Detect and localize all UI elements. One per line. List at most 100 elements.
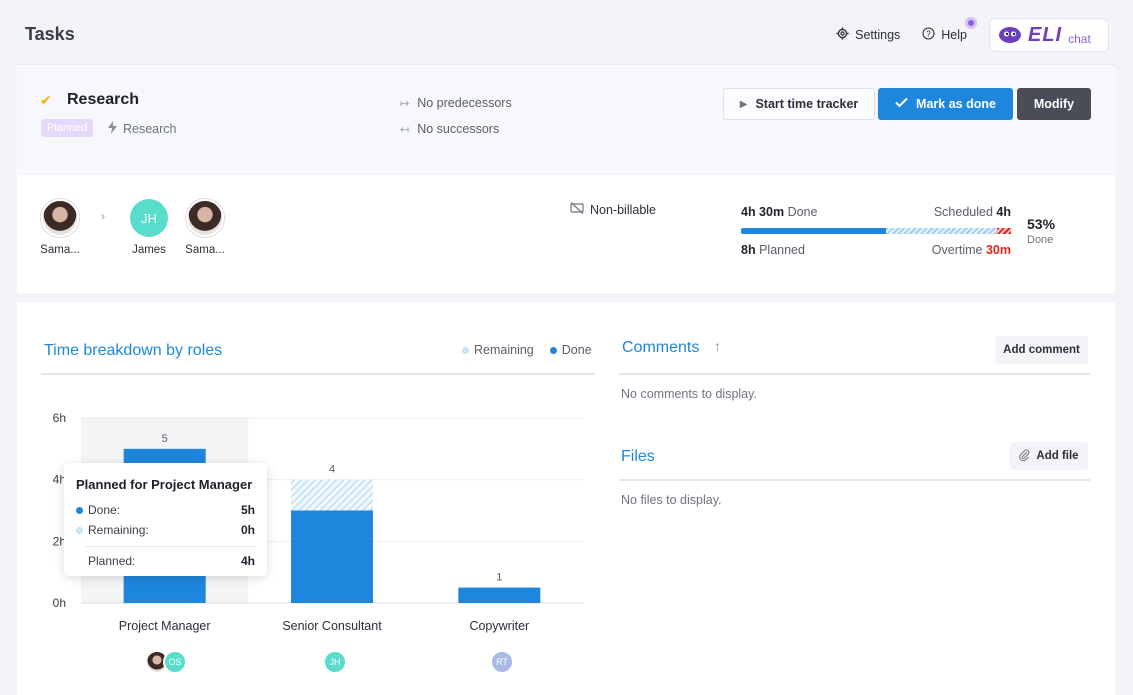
legend-remaining-label: Remaining	[474, 343, 534, 357]
role-avatars-project-manager: OS	[145, 650, 187, 674]
assignee-avatar-2[interactable]: JH	[130, 199, 168, 237]
avatar: JH	[130, 199, 168, 237]
settings-link[interactable]: Settings	[836, 27, 900, 43]
billing-status: Non-billable	[570, 202, 656, 217]
y-tick-label: 0h	[53, 596, 66, 610]
assignee-avatar-1[interactable]	[41, 199, 79, 237]
arrow-out-icon: ↤	[400, 123, 410, 136]
bar-total-label: 4	[329, 464, 335, 476]
assignee-label-2: James	[132, 244, 166, 256]
help-label: Help	[941, 28, 967, 42]
planned-value: 8h	[741, 243, 756, 257]
add-file-button[interactable]: Add file	[1010, 442, 1088, 470]
overtime-label: Overtime	[931, 243, 983, 257]
billing-label: Non-billable	[590, 202, 657, 217]
progress-done-segment	[741, 228, 886, 234]
role-avatars-senior-consultant: JH	[323, 650, 347, 674]
modify-button[interactable]: Modify	[1017, 88, 1091, 120]
notification-dot	[965, 17, 977, 29]
tooltip-title: Planned for Project Manager	[76, 477, 253, 492]
done-label: Done	[787, 205, 818, 219]
tooltip-planned-value: 4h	[240, 554, 255, 568]
avatar[interactable]: JH	[323, 650, 347, 674]
no-money-icon	[570, 202, 584, 217]
tooltip-planned-row: Planned: 4h	[76, 551, 255, 571]
help-icon: ?	[922, 27, 935, 43]
remaining-dot-icon	[76, 526, 83, 534]
x-category-label: Senior Consultant	[282, 619, 382, 633]
settings-label: Settings	[855, 28, 901, 42]
tooltip-done-row: Done: 5h	[76, 500, 255, 520]
tooltip-remaining-value: 0h	[240, 523, 255, 537]
scheduled-time: Scheduled 4h	[934, 205, 1011, 219]
role-avatars-copywriter: RT	[490, 650, 514, 674]
bar-done	[458, 587, 541, 603]
files-empty: No files to display.	[621, 493, 722, 507]
chart-tooltip: Planned for Project Manager Done: 5h Rem…	[64, 463, 267, 576]
avatar[interactable]: OS	[163, 650, 187, 674]
percent-done-label: Done	[1027, 234, 1054, 246]
progress-bar	[741, 228, 1011, 234]
bar-done	[291, 510, 373, 603]
breakdown-title: Time breakdown by roles	[44, 342, 223, 359]
files-title: Files	[621, 448, 655, 465]
tooltip-planned-label: Planned:	[88, 554, 136, 568]
done-dot-icon	[76, 506, 83, 514]
y-tick-label: 6h	[53, 411, 66, 425]
bar-total-label: 1	[496, 572, 502, 584]
play-icon: ▶	[739, 98, 748, 110]
overtime: Overtime 30m	[932, 243, 1011, 257]
done-time: 4h 30m Done	[741, 205, 817, 219]
eli-sub: chat	[1068, 32, 1091, 46]
eli-mascot-icon	[998, 24, 1022, 47]
eli-chat-button[interactable]: ELI chat	[989, 18, 1109, 52]
arrow-in-icon: ↦	[400, 97, 410, 110]
assignee-label-3: Sama...	[185, 244, 225, 256]
files-divider	[619, 479, 1090, 481]
add-comment-button[interactable]: Add comment	[995, 336, 1088, 364]
x-category-label: Copywriter	[469, 619, 529, 633]
project-link[interactable]: Research	[108, 121, 177, 137]
tooltip-done-label: Done:	[88, 503, 121, 517]
comments-divider	[619, 373, 1090, 375]
mark-done-label: Mark as done	[916, 97, 996, 111]
help-link[interactable]: ? Help	[922, 17, 977, 43]
tooltip-divider	[86, 546, 255, 547]
scheduled-value: 4h	[996, 205, 1011, 219]
legend-remaining[interactable]: Remaining	[462, 343, 534, 357]
eli-brand: ELI	[1028, 23, 1063, 46]
x-category-label: Project Manager	[119, 619, 211, 633]
assignee-avatar-3[interactable]	[186, 199, 224, 237]
done-value: 4h 30m	[741, 205, 785, 219]
gear-icon	[836, 27, 849, 43]
check-icon: ✔	[40, 92, 52, 108]
chart-legend: Remaining Done	[462, 343, 592, 357]
bar-remaining	[291, 479, 373, 511]
avatar	[186, 199, 224, 237]
done-dot-icon	[549, 346, 557, 354]
predecessors: ↦ No predecessors	[400, 96, 512, 110]
scheduled-label: Scheduled	[933, 205, 993, 219]
mark-as-done-button[interactable]: Mark as done	[878, 88, 1013, 120]
progress-overtime-segment	[997, 228, 1011, 234]
tooltip-remaining-row: Remaining: 0h	[76, 520, 255, 540]
sort-arrow-icon[interactable]: ↑	[714, 338, 721, 354]
tooltip-done-value: 5h	[240, 503, 255, 517]
status-label: Planned	[47, 122, 88, 134]
assignee-label-1: Sama...	[40, 244, 80, 256]
avatar[interactable]: RT	[490, 650, 514, 674]
task-info-panel	[17, 175, 1115, 293]
task-name: Research	[67, 91, 140, 108]
tooltip-remaining-label: Remaining:	[88, 523, 149, 537]
progress-remaining-segment	[886, 228, 997, 234]
legend-done[interactable]: Done	[549, 343, 592, 357]
chevron-right-icon: ›	[101, 209, 105, 223]
bar-total-label: 5	[162, 433, 168, 445]
successors: ↤ No successors	[400, 122, 499, 136]
breakdown-divider	[41, 373, 595, 375]
start-tracker-label: Start time tracker	[755, 97, 859, 111]
add-file-label: Add file	[1036, 450, 1079, 462]
page-title: Tasks	[25, 24, 75, 44]
legend-done-label: Done	[561, 343, 592, 357]
start-time-tracker-button[interactable]: ▶ Start time tracker	[723, 88, 875, 120]
